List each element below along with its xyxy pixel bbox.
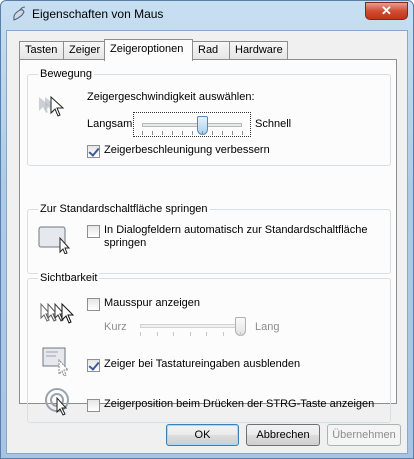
short-label: Kurz: [104, 321, 127, 333]
hide-pointer-icon: [42, 347, 70, 377]
tab-panel: Bewegung Zeigergeschwindigkeit auswählen…: [19, 59, 397, 423]
speed-slider-tick: [222, 131, 223, 135]
trails-slider[interactable]: [136, 315, 246, 337]
speed-slider-tick: [212, 131, 213, 135]
speed-slider-tick: [172, 131, 173, 135]
group-title-visibility: Sichtbarkeit: [38, 272, 100, 284]
ok-button[interactable]: OK: [166, 424, 239, 446]
tab-hardware[interactable]: Hardware: [229, 41, 288, 60]
hide-pointer-box[interactable]: [87, 359, 100, 372]
trails-slider-tick: [173, 332, 175, 336]
enhance-precision-box[interactable]: [87, 145, 100, 158]
speed-slider-tick: [192, 131, 193, 135]
close-icon: ✕: [381, 3, 392, 18]
long-label: Lang: [255, 321, 280, 333]
speed-slider[interactable]: [133, 112, 251, 137]
tab-rad[interactable]: Rad: [192, 41, 230, 60]
speed-slider-tick: [142, 131, 143, 135]
ok-label: OK: [194, 429, 211, 441]
mouse-properties-window: Eigenschaften von Maus ✕ Tasten Zeiger Z…: [0, 0, 414, 459]
show-location-box[interactable]: [87, 399, 100, 412]
tab-label: Zeigeroptionen: [110, 43, 184, 55]
show-location-icon: [45, 388, 69, 416]
trails-slider-track: [140, 324, 240, 328]
snap-to-default-checkbox[interactable]: In Dialogfeldern automatisch zur Standar…: [87, 224, 387, 250]
tab-label: Rad: [198, 44, 219, 56]
speed-slider-tick: [242, 131, 243, 135]
cancel-label: Abbrechen: [256, 429, 310, 441]
tab-label: Hardware: [235, 44, 283, 56]
hide-pointer-checkbox[interactable]: Zeiger bei Tastatureingaben ausblenden: [87, 358, 300, 372]
trails-slider-tick: [223, 332, 224, 336]
enhance-precision-label: Zeigerbeschleunigung verbessern: [104, 144, 270, 156]
speed-slider-tick: [152, 131, 153, 135]
speed-label-text: Zeigergeschwindigkeit auswählen:: [87, 91, 255, 103]
dialog-client-area: Tasten Zeiger Zeigeroptionen Rad Hardwar…: [6, 30, 408, 454]
apply-button[interactable]: Übernehmen: [327, 424, 401, 446]
close-button[interactable]: ✕: [365, 2, 408, 20]
pointer-trails-box[interactable]: [87, 298, 100, 311]
show-location-label: Zeigerposition beim Drücken der STRG-Tas…: [104, 398, 375, 410]
window-title: Eigenschaften von Maus: [32, 7, 164, 21]
speed-slider-tick: [182, 131, 183, 135]
group-title-snap: Zur Standardschaltfläche springen: [38, 203, 210, 215]
pointer-trails-icon: [40, 302, 75, 324]
tab-label: Tasten: [25, 44, 58, 56]
trails-slider-tick: [140, 332, 141, 336]
mouse-icon: [13, 6, 26, 21]
tab-zeiger[interactable]: Zeiger: [63, 41, 105, 60]
title-bar: Eigenschaften von Maus ✕: [1, 1, 413, 29]
fast-label: Schnell: [255, 118, 292, 130]
snap-to-default-icon: [38, 226, 71, 254]
snap-to-default-box[interactable]: [87, 225, 100, 238]
apply-label: Übernehmen: [332, 429, 396, 441]
hide-pointer-label: Zeiger bei Tastatureingaben ausblenden: [104, 358, 301, 370]
slow-label: Langsam: [87, 118, 133, 130]
speed-slider-tick: [232, 131, 233, 135]
pointer-speed-icon: [39, 95, 65, 117]
pointer-trails-label: Mausspur anzeigen: [104, 297, 201, 309]
group-title-motion: Bewegung: [38, 68, 94, 80]
cancel-button[interactable]: Abbrechen: [246, 424, 320, 446]
enhance-precision-checkbox[interactable]: Zeigerbeschleunigung verbessern: [87, 144, 270, 158]
tab-label: Zeiger: [69, 44, 101, 56]
snap-to-default-label: In Dialogfeldern automatisch zur Standar…: [104, 224, 368, 249]
speed-slider-tick: [162, 131, 163, 135]
trails-slider-tick: [189, 332, 191, 336]
speed-slider-tick: [202, 131, 203, 135]
speed-slider-track: [142, 123, 242, 127]
tab-tasten[interactable]: Tasten: [19, 41, 64, 60]
speed-label: Zeigergeschwindigkeit auswählen:: [87, 91, 255, 103]
pointer-trails-checkbox[interactable]: Mausspur anzeigen: [87, 297, 200, 311]
trails-slider-tick: [239, 332, 241, 336]
trails-slider-tick: [156, 332, 158, 336]
show-location-checkbox[interactable]: Zeigerposition beim Drücken der STRG-Tas…: [87, 398, 374, 412]
trails-slider-tick: [206, 332, 208, 336]
tab-zeigeroptionen[interactable]: Zeigeroptionen: [104, 39, 193, 61]
